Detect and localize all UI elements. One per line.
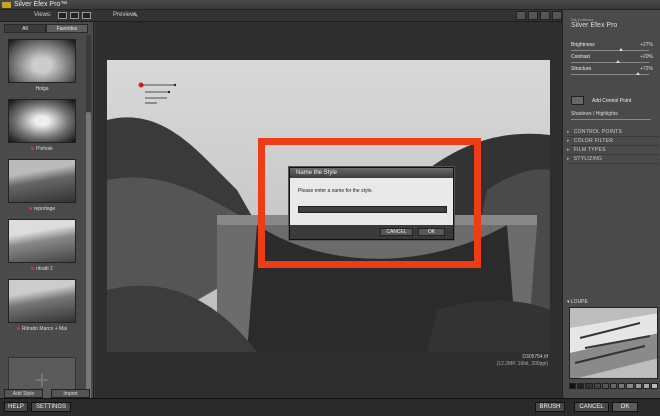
slider-track[interactable] xyxy=(571,50,649,51)
structure-slider[interactable]: Structure +72% xyxy=(571,66,655,78)
bottom-bar: HELP SETTINGS BRUSH CANCEL OK xyxy=(0,398,660,416)
dialog-footer: CANCEL OK xyxy=(290,225,453,239)
shadows-highlights-label[interactable]: Shadows / Highlights xyxy=(571,111,618,117)
preset-tabs: All Favorites xyxy=(4,24,88,33)
name-style-dialog: Name the Style Please enter a name for t… xyxy=(289,167,454,240)
loupe-preview xyxy=(569,307,658,379)
cancel-button[interactable]: CANCEL xyxy=(574,402,609,412)
brush-button[interactable]: BRUSH xyxy=(535,402,565,412)
tab-all[interactable]: All xyxy=(4,24,46,33)
add-control-point-label[interactable]: Add Control Point xyxy=(592,98,631,104)
preset-thumbnail xyxy=(8,279,76,323)
style-browser: All Favorites Holga Pinhole reportage ri… xyxy=(0,22,94,402)
contrast-slider[interactable]: Contrast +20% xyxy=(571,54,655,66)
preset-item[interactable]: Ritratto Marco + Mai xyxy=(8,279,76,332)
favorite-icon xyxy=(28,207,32,211)
section-label: COLOR FILTER xyxy=(573,138,614,144)
preset-item[interactable]: Holga xyxy=(8,39,76,92)
preset-label: Pinhole xyxy=(36,146,53,152)
control-point-marker[interactable] xyxy=(137,82,177,106)
zoom-out-icon[interactable] xyxy=(540,11,550,20)
preset-thumbnail xyxy=(8,159,76,203)
loupe-tone-strip[interactable] xyxy=(569,383,659,389)
slider-knob[interactable] xyxy=(618,48,623,51)
section-label: STYLIZING xyxy=(573,156,603,162)
favorite-icon xyxy=(31,267,35,271)
expand-arrow-icon: ▸ xyxy=(567,156,570,162)
zoom-fit-icon[interactable] xyxy=(516,11,526,20)
preset-thumbnail xyxy=(8,39,76,83)
preset-label: reportage xyxy=(33,206,56,212)
app-title: Silver Efex Pro™ xyxy=(14,1,68,8)
favorite-icon xyxy=(31,147,35,151)
loupe-label: LOUPE xyxy=(570,299,588,305)
dialog-cancel-button[interactable]: CANCEL xyxy=(380,228,413,236)
product-label: Silver Efex Pro xyxy=(571,22,618,29)
slider-track[interactable] xyxy=(571,62,649,63)
single-view-icon[interactable] xyxy=(58,12,67,19)
preset-label: Ritratto Marco + Mai xyxy=(21,326,68,332)
preset-list: Holga Pinhole reportage ritratti 2 Ritra… xyxy=(4,35,84,390)
section-stylizing[interactable]: ▸ STYLIZING xyxy=(567,156,659,164)
slider-value: +20% xyxy=(640,54,653,60)
file-meta: (12.2MP, 16bit, 300ppi) xyxy=(496,361,548,367)
control-point-icon xyxy=(138,82,177,104)
preset-item[interactable]: Pinhole xyxy=(8,99,76,152)
section-label: CONTROL POINTS xyxy=(573,129,623,135)
section-film-types[interactable]: ▸ FILM TYPES xyxy=(567,147,659,155)
section-label: FILM TYPES xyxy=(573,147,606,153)
help-button[interactable]: HELP xyxy=(4,402,28,412)
slider-value: +72% xyxy=(640,66,653,72)
shadows-highlights-track[interactable] xyxy=(571,119,651,120)
adjustments-panel: Nik Software Silver Efex Pro Brightness … xyxy=(562,10,660,398)
preset-item[interactable]: ritratti 2 xyxy=(8,219,76,272)
dialog-prompt: Please enter a name for the style. xyxy=(298,188,373,194)
settings-button[interactable]: SETTINGS xyxy=(31,402,71,412)
file-name: D305754.tif xyxy=(522,354,548,360)
ok-button[interactable]: OK xyxy=(612,402,638,412)
loupe-image xyxy=(570,308,657,378)
section-color-filter[interactable]: ▸ COLOR FILTER xyxy=(567,138,659,146)
brightness-slider[interactable]: Brightness +27% xyxy=(571,42,655,54)
section-control-points[interactable]: ▸ CONTROL POINTS xyxy=(567,129,659,137)
side-by-side-view-icon[interactable] xyxy=(82,12,91,19)
preset-thumbnail xyxy=(8,99,76,143)
dialog-title: Name the Style xyxy=(290,168,453,178)
expand-arrow-icon: ▸ xyxy=(567,129,570,135)
zoom-in-icon[interactable] xyxy=(528,11,538,20)
loupe-header[interactable]: ▾ LOUPE xyxy=(567,299,588,305)
preset-label: Holga xyxy=(35,86,49,92)
left-panel-actions: Add Style Import xyxy=(4,389,90,398)
preset-scrollbar-thumb[interactable] xyxy=(86,112,91,402)
preset-label: ritratti 2 xyxy=(36,266,53,272)
preview-toggle-icon[interactable]: ✎ xyxy=(133,12,138,19)
tab-favorites[interactable]: Favorites xyxy=(46,24,88,33)
slider-knob[interactable] xyxy=(636,72,641,75)
import-button[interactable]: Import xyxy=(51,389,90,398)
add-control-point-icon[interactable] xyxy=(571,96,584,105)
dialog-ok-button[interactable]: OK xyxy=(418,228,445,236)
expand-arrow-icon: ▸ xyxy=(567,138,570,144)
title-bar: Silver Efex Pro™ xyxy=(0,0,660,10)
hand-tool-icon[interactable] xyxy=(552,11,562,20)
toolbar: Views: Preview: ✎ xyxy=(0,10,660,22)
slider-knob[interactable] xyxy=(615,60,620,63)
nik-logo-icon xyxy=(2,2,11,8)
style-name-input[interactable] xyxy=(298,206,447,213)
favorite-icon xyxy=(16,327,20,331)
preset-item[interactable]: reportage xyxy=(8,159,76,212)
preset-thumbnail xyxy=(8,219,76,263)
add-style-button[interactable]: Add Style xyxy=(4,389,43,398)
slider-value: +27% xyxy=(640,42,653,48)
expand-arrow-icon: ▸ xyxy=(567,147,570,153)
split-view-icon[interactable] xyxy=(70,12,79,19)
views-label: Views: xyxy=(34,12,52,18)
